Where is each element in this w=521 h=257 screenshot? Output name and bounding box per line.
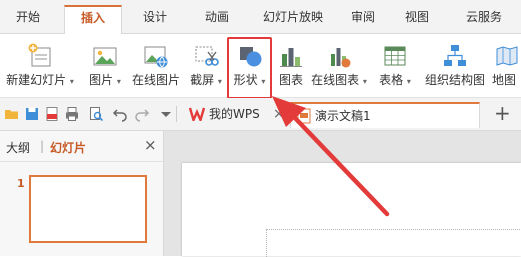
tab-my-wps[interactable]: 我的WPS × [183, 102, 291, 128]
screenshot-caret-icon: ▾ [217, 77, 222, 86]
org-chart-button[interactable]: 组织结构图 [424, 34, 486, 96]
picture-caret-icon: ▾ [116, 77, 121, 86]
close-my-wps-icon[interactable]: × [273, 102, 285, 126]
org-chart-icon [444, 45, 466, 66]
map-label: 地图 [492, 73, 517, 87]
screenshot-icon [195, 46, 219, 66]
new-tab-plus-icon[interactable]: + [494, 101, 511, 125]
online-chart-caret-icon: ▾ [362, 77, 367, 86]
slide-editor [164, 131, 521, 257]
chart-button[interactable]: 图表 [274, 34, 308, 96]
pane-header: 大纲 | 幻灯片 × [0, 131, 163, 162]
online-chart-button[interactable]: 在线图表 ▾ [311, 34, 367, 96]
export-pdf-icon[interactable] [44, 106, 60, 122]
picture-icon [93, 47, 117, 66]
slide-number: 1 [17, 177, 25, 190]
online-picture-icon [144, 46, 168, 68]
picture-label: 图片 [89, 73, 114, 87]
online-picture-button[interactable]: 在线图片 [130, 34, 182, 96]
customize-dropdown-icon[interactable] [158, 106, 174, 122]
new-slide-button[interactable]: 新建幻灯片 ▾ [4, 34, 76, 96]
table-icon [384, 46, 406, 66]
new-slide-icon [28, 43, 51, 67]
tab-cloud[interactable]: 云服务 [448, 6, 520, 33]
redo-icon[interactable] [134, 106, 150, 122]
tab-slideshow[interactable]: 幻灯片放映 [250, 6, 336, 33]
table-label: 表格 [379, 73, 404, 87]
slide-thumbnail[interactable] [29, 175, 147, 243]
quick-access-toolbar: 我的WPS × 演示文稿1 + [0, 98, 521, 131]
presentation-file-icon [297, 108, 311, 124]
online-chart-icon [331, 48, 351, 68]
pane-close-icon[interactable]: × [144, 136, 157, 154]
shapes-highlight-box [227, 37, 272, 99]
online-chart-label: 在线图表 [311, 73, 360, 87]
table-caret-icon: ▾ [406, 77, 411, 86]
online-picture-label: 在线图片 [131, 73, 180, 87]
pane-tab-outline[interactable]: 大纲 [6, 139, 30, 156]
slide-canvas[interactable] [182, 163, 521, 257]
tab-presentation-1[interactable]: 演示文稿1 [290, 102, 480, 128]
picture-button[interactable]: 图片 ▾ [86, 34, 124, 96]
menu-bar: 开始 插入 设计 动画 幻灯片放映 审阅 视图 云服务 [0, 0, 521, 34]
toolbar-divider [176, 106, 177, 122]
tab-home[interactable]: 开始 [0, 6, 56, 33]
tab-view[interactable]: 视图 [392, 6, 442, 33]
tab-review[interactable]: 审阅 [338, 6, 388, 33]
org-chart-label: 组织结构图 [424, 73, 485, 87]
map-button[interactable]: 地图 [492, 34, 521, 96]
tab-animation[interactable]: 动画 [188, 6, 246, 33]
table-button[interactable]: 表格 ▾ [376, 34, 414, 96]
new-slide-caret-icon: ▾ [69, 77, 74, 86]
new-slide-label: 新建幻灯片 [6, 73, 67, 87]
save-icon[interactable] [24, 106, 40, 122]
tab-my-wps-label: 我的WPS [209, 107, 260, 121]
undo-icon[interactable] [112, 106, 128, 122]
tab-presentation-1-label: 演示文稿1 [315, 109, 371, 123]
map-icon [496, 46, 517, 66]
slide-pane: 大纲 | 幻灯片 × 1 [0, 131, 164, 256]
print-icon[interactable] [64, 106, 80, 122]
title-placeholder[interactable] [266, 229, 521, 257]
open-folder-icon[interactable] [4, 106, 20, 122]
tab-design[interactable]: 设计 [126, 6, 184, 33]
tab-insert[interactable]: 插入 [64, 5, 122, 34]
pane-tab-separator: | [40, 139, 45, 153]
pane-tab-slides[interactable]: 幻灯片 [50, 139, 86, 156]
screenshot-button[interactable]: 截屏 ▾ [188, 34, 224, 96]
wps-logo-icon [189, 107, 205, 121]
screenshot-label: 截屏 [190, 73, 215, 87]
chart-icon [280, 48, 302, 67]
print-preview-icon[interactable] [88, 106, 104, 122]
